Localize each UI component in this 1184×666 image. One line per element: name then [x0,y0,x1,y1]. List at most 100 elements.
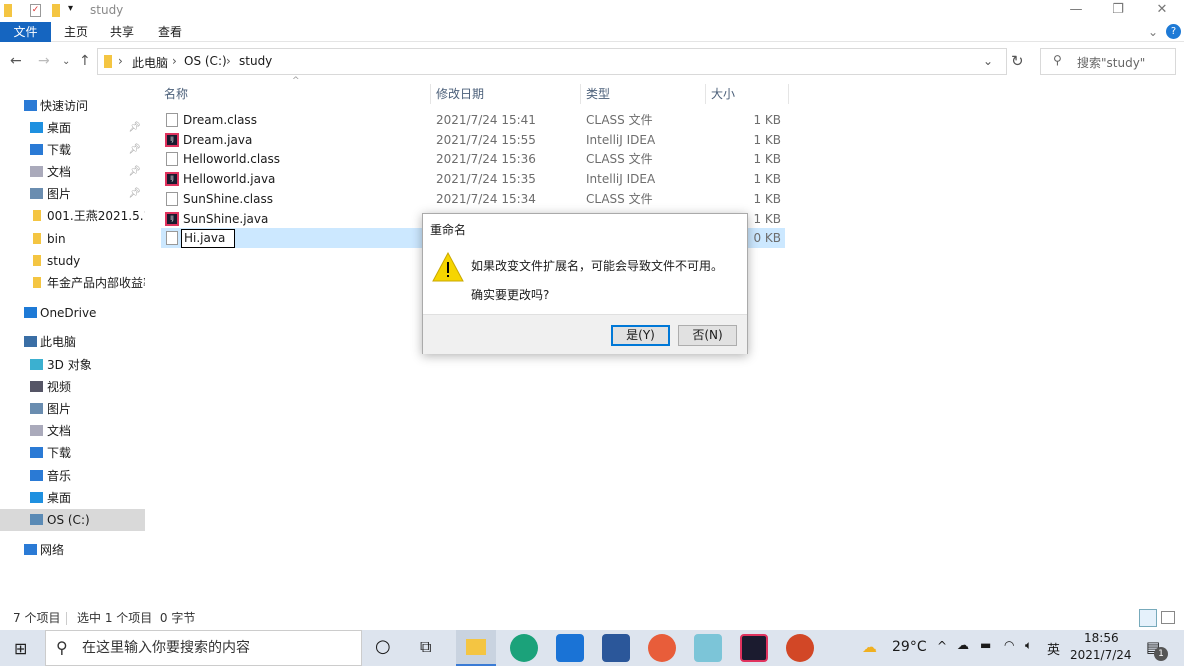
sidebar-item[interactable]: OS (C:) [0,509,145,531]
volume-icon[interactable]: 🔈︎ [1025,638,1032,653]
edge-icon[interactable] [510,634,538,662]
notification-count: 1 [1154,647,1168,661]
help-icon[interactable]: ? [1166,24,1181,39]
file-name: Dream.java [183,132,253,147]
pin-icon[interactable]: 📌︎ [128,183,141,205]
selection-info: 选中 1 个项目 0 字节 [77,611,196,625]
back-button[interactable]: ← [10,53,22,69]
no-button[interactable]: 否(N) [678,325,737,346]
file-row[interactable]: Dream.class 2021/7/24 15:41 CLASS 文件 1 KB [161,110,785,130]
tab-file[interactable]: 文件 [0,22,51,42]
close-button[interactable]: ✕ [1142,2,1182,17]
sidebar-item[interactable]: 文档 [0,420,145,442]
cortana-icon[interactable]: ○ [375,636,391,657]
column-divider[interactable] [788,84,789,104]
sidebar-item[interactable]: 图片 📌︎ [0,183,145,205]
recent-locations-button[interactable]: ⌄ [62,56,70,67]
forward-button[interactable]: → [38,53,50,69]
pin-icon[interactable]: 📌︎ [128,117,141,139]
sidebar-item[interactable]: 网络 [0,539,145,561]
powerpoint-icon[interactable] [786,634,814,662]
sidebar-item[interactable]: 此电脑 [0,331,145,353]
ime-indicator[interactable]: 英 [1047,639,1060,658]
sidebar-item[interactable]: 桌面 📌︎ [0,117,145,139]
word-icon[interactable] [602,634,630,662]
search-icon: ⚲ [56,638,68,657]
sidebar-item[interactable]: 图片 [0,398,145,420]
weather-temperature[interactable]: 29°C [892,639,927,655]
search-input[interactable]: ⚲ 搜索"study" [1040,48,1176,75]
mail-icon[interactable] [556,634,584,662]
battery-icon[interactable]: ▬ [980,638,991,652]
large-icons-view-button[interactable] [1161,611,1175,624]
tab-view[interactable]: 查看 [150,22,190,42]
minimize-button[interactable]: — [1056,2,1096,17]
breadcrumb-this-pc[interactable]: 此电脑 [132,54,168,71]
intellij-icon: IJ [165,211,179,226]
column-divider[interactable] [430,84,431,104]
sidebar-item[interactable]: 001.王燕2021.5.11 [0,205,145,227]
breadcrumb-os-c[interactable]: OS (C:) [184,54,227,68]
sidebar-item[interactable]: OneDrive [0,302,145,324]
status-bar: 7 个项目 选中 1 个项目 0 字节 [0,609,1184,629]
onedrive-icon[interactable]: ☁ [957,638,969,652]
rename-dialog: 重命名 如果改变文件扩展名，可能会导致文件不可用。 确实要更改吗? 是(Y) 否… [422,213,748,354]
tab-home[interactable]: 主页 [56,22,96,42]
sidebar-item[interactable]: 音乐 [0,465,145,487]
wifi-icon[interactable]: ◠ [1004,638,1014,652]
column-header-name[interactable]: 名称 [164,84,188,104]
picture-icon [30,403,43,414]
chevron-down-icon[interactable]: ⌄ [983,54,993,68]
sidebar-item-label: 文档 [47,424,72,438]
rename-input[interactable]: Hi.java [181,229,235,249]
sidebar-item[interactable]: 桌面 [0,487,145,509]
column-header-date[interactable]: 修改日期 [436,84,484,104]
folder-icon [33,210,41,221]
new-folder-icon[interactable] [52,4,60,17]
pin-icon[interactable]: 📌︎ [128,139,141,161]
task-view-icon[interactable]: ⧉ [420,637,431,657]
file-explorer-taskbar-button[interactable] [456,630,496,666]
file-row[interactable]: SunShine.class 2021/7/24 15:34 CLASS 文件 1 K… [161,189,785,209]
pin-icon[interactable]: 📌︎ [128,161,141,183]
sidebar-item[interactable]: 下载 📌︎ [0,139,145,161]
sidebar-item[interactable]: 下载 [0,442,145,464]
sidebar-item[interactable]: 年金产品内部收益率 [0,272,145,294]
column-header-type[interactable]: 类型 [586,84,610,104]
taskbar-search-input[interactable]: ⚲ 在这里输入你要搜索的内容 [45,630,362,666]
sidebar-item[interactable]: 视频 [0,376,145,398]
restore-button[interactable]: ❐ [1098,2,1138,17]
expand-ribbon-icon[interactable]: ⌄ [1148,25,1158,39]
address-bar[interactable]: › 此电脑 › OS (C:) › study ⌄ [97,48,1007,75]
file-row[interactable]: IJ Dream.java 2021/7/24 15:55 IntelliJ IDEA… [161,130,785,150]
column-divider[interactable] [580,84,581,104]
snipping-tool-icon[interactable] [648,634,676,662]
sidebar-item-label: 桌面 [47,491,72,505]
column-header-size[interactable]: 大小 [711,84,735,104]
sidebar-item[interactable]: 3D 对象 [0,354,145,376]
clock-date[interactable]: 2021/7/24 [1070,648,1132,662]
file-row[interactable]: Helloworld.class 2021/7/24 15:36 CLASS 文件 1… [161,149,785,169]
weather-icon[interactable]: ☁ [862,638,877,656]
tab-share[interactable]: 共享 [102,22,142,42]
refresh-button[interactable]: ↻ [1011,52,1024,70]
customize-toolbar-icon[interactable]: ▾ [68,3,73,14]
sidebar-item[interactable]: 文档 📌︎ [0,161,145,183]
yes-button[interactable]: 是(Y) [611,325,670,346]
sidebar-item[interactable]: bin [0,228,145,250]
show-hidden-icons[interactable]: ^ [937,639,947,653]
sidebar-item[interactable]: study [0,250,145,272]
intellij-icon[interactable] [740,634,768,662]
notepad-icon[interactable] [694,634,722,662]
breadcrumb-study[interactable]: study [239,54,272,68]
sidebar-item[interactable]: 快速访问 [0,95,145,117]
up-button[interactable]: ↑ [79,53,91,69]
details-view-button[interactable] [1139,609,1157,627]
folder-icon [4,4,12,17]
column-divider[interactable] [705,84,706,104]
taskbar: ⊞ ⚲ 在这里输入你要搜索的内容 ○ ⧉ ☁ 29°C ^ ☁ ▬ ◠ 🔈︎ 英… [0,630,1184,666]
windows-start-icon[interactable]: ⊞ [14,639,27,658]
file-row[interactable]: IJ Helloworld.java 2021/7/24 15:35 IntelliJ… [161,169,785,189]
properties-icon[interactable]: ✓ [30,4,41,17]
clock-time[interactable]: 18:56 [1084,631,1119,645]
